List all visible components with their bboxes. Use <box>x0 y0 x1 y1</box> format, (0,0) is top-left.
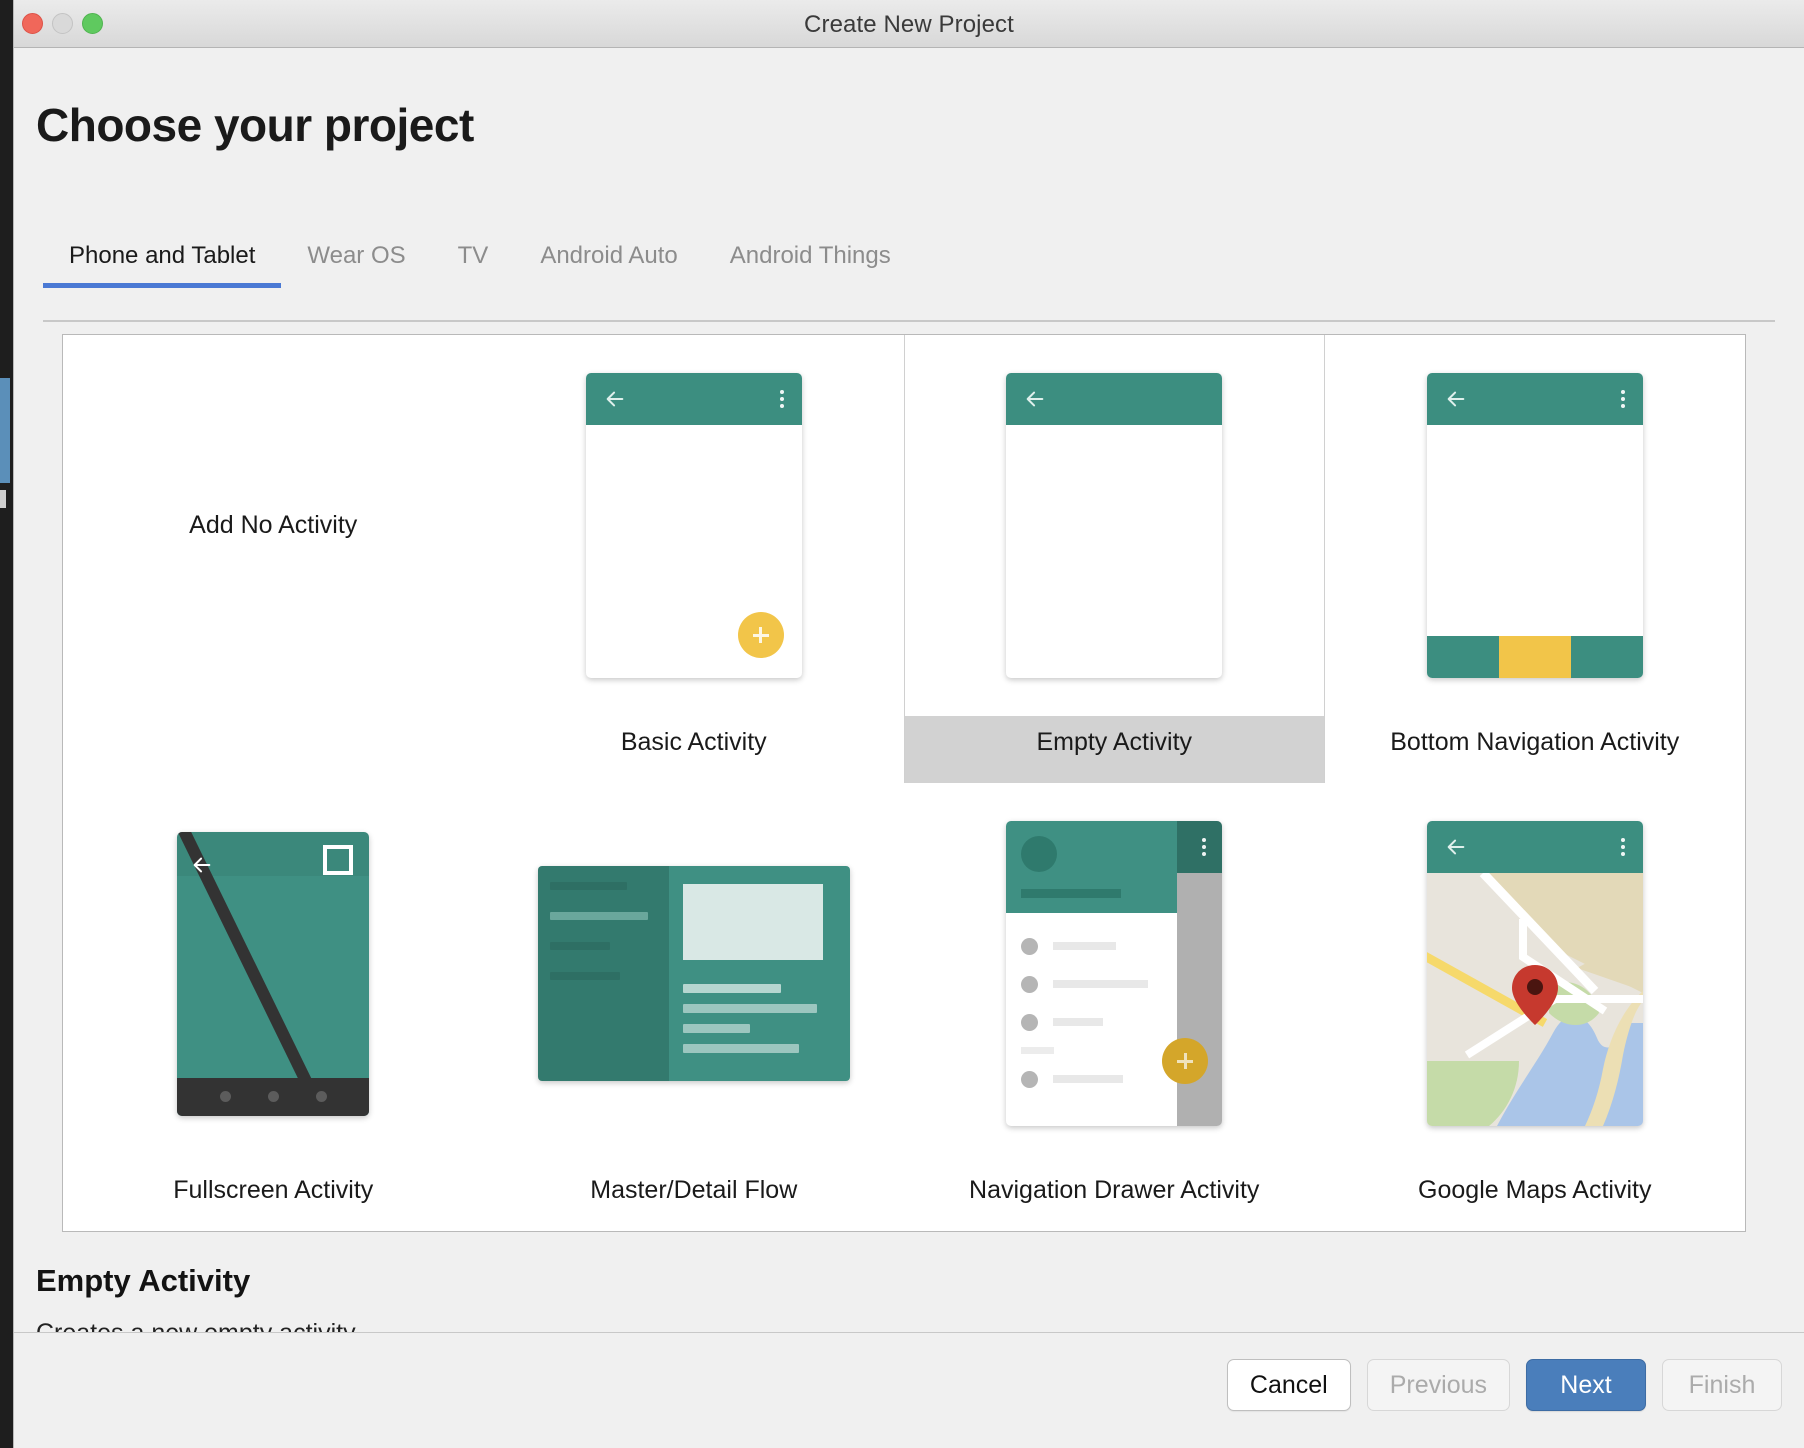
template-label: Master/Detail Flow <box>590 1176 798 1204</box>
drawer-menu-item <box>1006 1003 1177 1041</box>
dialog-window: Create New Project Choose your project P… <box>14 0 1804 1448</box>
phone-mock <box>1426 821 1643 1126</box>
tab-android-things[interactable]: Android Things <box>704 230 917 288</box>
title-bar: Create New Project <box>14 0 1804 48</box>
tab-label: TV <box>457 242 489 269</box>
drawer-header <box>1006 821 1178 913</box>
template-label: Empty Activity <box>905 716 1324 783</box>
overflow-menu-icon <box>1620 390 1625 408</box>
window-title: Create New Project <box>804 11 1014 38</box>
tab-divider <box>43 320 1775 322</box>
floating-action-button-icon <box>737 612 784 658</box>
template-thumbnail-empty-activity <box>905 335 1324 716</box>
template-thumbnail-basic-activity <box>484 335 905 716</box>
category-tabs: Phone and Tablet Wear OS TV Android Auto… <box>43 230 917 288</box>
detail-pane <box>668 866 850 1081</box>
back-arrow-icon <box>1447 839 1465 855</box>
template-label: Basic Activity <box>620 728 767 756</box>
back-arrow-icon <box>193 857 211 872</box>
phone-mock <box>1006 821 1223 1126</box>
template-card-google-maps-activity[interactable]: Google Maps Activity <box>1325 783 1746 1231</box>
app-bar <box>1426 373 1643 425</box>
app-bar <box>1177 821 1223 873</box>
tablet-mock <box>537 866 850 1081</box>
description-title: Empty Activity <box>36 1263 251 1298</box>
avatar <box>1021 836 1058 872</box>
template-card-navigation-drawer-activity[interactable]: Navigation Drawer Activity <box>904 783 1325 1231</box>
bottom-navigation-bar <box>1426 636 1643 678</box>
template-thumbnail-fullscreen-activity <box>63 783 484 1164</box>
tab-tv[interactable]: TV <box>432 230 515 288</box>
tab-phone-and-tablet[interactable]: Phone and Tablet <box>43 230 282 288</box>
template-thumbnail-bottom-navigation-activity <box>1325 335 1746 716</box>
map-canvas <box>1426 873 1643 1126</box>
app-bar <box>1006 373 1223 425</box>
template-card-fullscreen-activity[interactable]: Fullscreen Activity <box>63 783 484 1231</box>
background-window-sliver <box>0 0 14 1448</box>
template-grid: Add No Activity Basic Activity Empty Act… <box>63 335 1745 1231</box>
phone-mock <box>585 373 802 678</box>
tab-wear-os[interactable]: Wear OS <box>281 230 431 288</box>
template-label: Navigation Drawer Activity <box>969 1176 1260 1204</box>
phone-mock <box>177 831 370 1116</box>
cancel-button[interactable]: Cancel <box>1226 1359 1351 1411</box>
template-thumbnail-add-no-activity: Add No Activity <box>63 335 484 716</box>
template-gallery: Add No Activity Basic Activity Empty Act… <box>62 334 1746 1232</box>
drawer-section-divider <box>1021 1047 1055 1054</box>
tab-android-auto[interactable]: Android Auto <box>514 230 703 288</box>
back-arrow-icon <box>1447 391 1465 407</box>
drawer-header-text <box>1021 889 1122 898</box>
detail-image-placeholder <box>682 884 824 960</box>
app-bar <box>585 373 802 425</box>
back-arrow-icon <box>606 391 624 407</box>
template-thumbnail-navigation-drawer-activity <box>904 783 1325 1164</box>
bottom-nav-item <box>1570 636 1643 678</box>
tab-label: Android Auto <box>540 242 678 269</box>
map-graphic <box>1426 873 1643 1126</box>
bottom-nav-item <box>1426 636 1499 678</box>
system-navigation-bar <box>177 1077 370 1116</box>
overflow-menu-icon <box>1620 838 1625 856</box>
master-pane <box>537 866 669 1081</box>
phone-mock <box>1006 373 1223 678</box>
page-title: Choose your project <box>36 99 474 151</box>
next-button[interactable]: Next <box>1526 1359 1646 1411</box>
background-window-mark <box>0 490 6 508</box>
template-card-add-no-activity[interactable]: Add No Activity <box>63 335 484 783</box>
footer-button-row: Cancel Previous Next Finish <box>1226 1359 1782 1411</box>
tab-label: Phone and Tablet <box>69 242 256 269</box>
drawer-menu-item <box>1006 1060 1177 1098</box>
tab-label: Wear OS <box>307 242 406 269</box>
template-label: Bottom Navigation Activity <box>1390 728 1680 756</box>
finish-button: Finish <box>1662 1359 1782 1411</box>
floating-action-button-icon <box>1162 1038 1209 1084</box>
template-label: Google Maps Activity <box>1418 1176 1652 1204</box>
template-card-basic-activity[interactable]: Basic Activity <box>484 335 905 783</box>
drawer-menu-list <box>1006 913 1177 1098</box>
background-window-highlight <box>0 378 10 483</box>
overflow-menu-icon <box>779 390 784 408</box>
template-label: Add No Activity <box>189 511 358 539</box>
dialog-footer: Cancel Previous Next Finish <box>14 1332 1804 1448</box>
template-card-bottom-navigation-activity[interactable]: Bottom Navigation Activity <box>1325 335 1746 783</box>
template-thumbnail-google-maps-activity <box>1325 783 1746 1164</box>
template-card-empty-activity[interactable]: Empty Activity <box>904 335 1325 783</box>
template-card-master-detail-flow[interactable]: Master/Detail Flow <box>484 783 905 1231</box>
create-new-project-window: Create New Project Choose your project P… <box>0 0 1804 1448</box>
phone-mock <box>1426 373 1643 678</box>
previous-button: Previous <box>1366 1359 1510 1411</box>
dialog-content: Choose your project Phone and Tablet Wea… <box>14 48 1804 1347</box>
template-label: Fullscreen Activity <box>173 1176 374 1204</box>
drawer-menu-item <box>1006 927 1177 965</box>
tab-label: Android Things <box>729 242 891 269</box>
overflow-menu-icon <box>1202 838 1207 856</box>
app-bar <box>1426 821 1643 873</box>
back-arrow-icon <box>1026 391 1044 407</box>
bottom-nav-item-active <box>1498 636 1571 678</box>
fullscreen-icon <box>323 844 354 875</box>
drawer-menu-item <box>1006 965 1177 1003</box>
template-thumbnail-master-detail-flow <box>484 783 905 1164</box>
